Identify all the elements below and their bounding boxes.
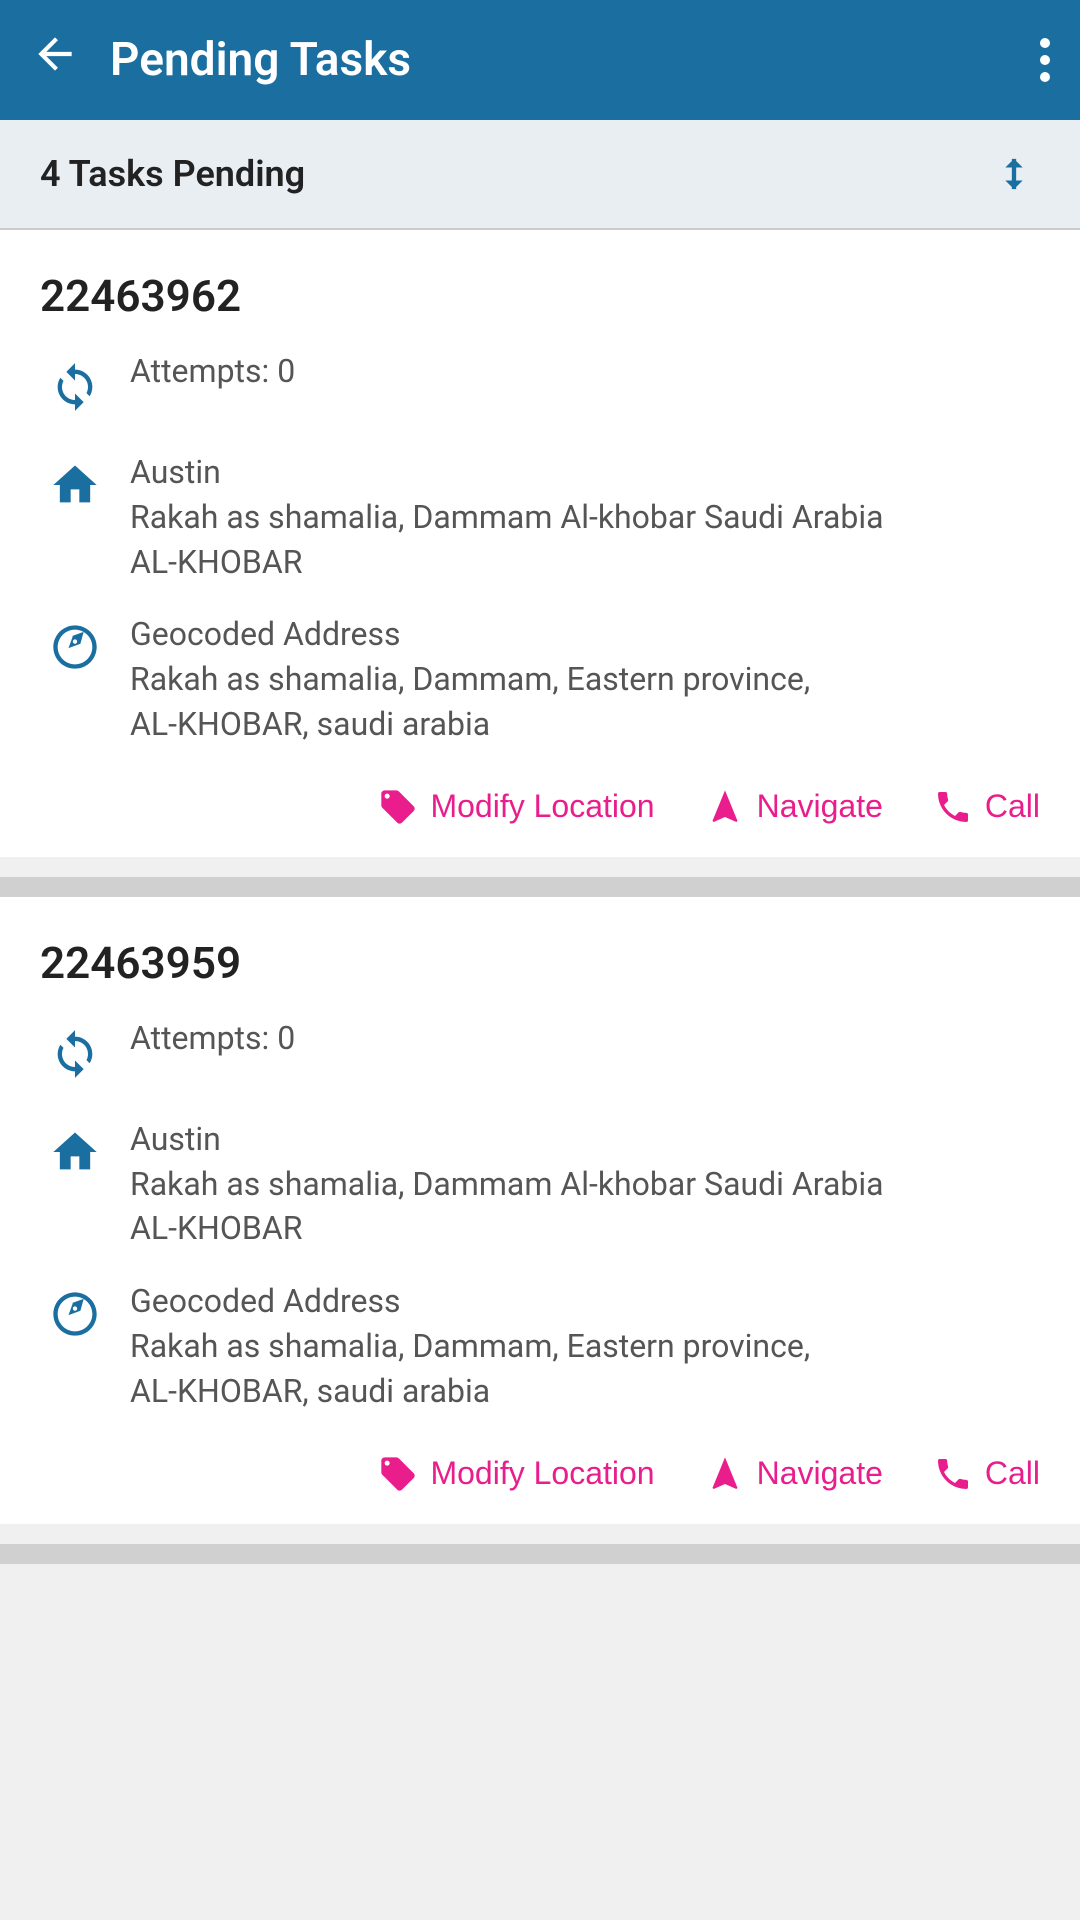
address-name: Austin	[130, 1117, 1040, 1162]
sort-button[interactable]	[988, 148, 1040, 200]
geocoded-line1: Rakah as shamalia, Dammam, Eastern provi…	[130, 1324, 1040, 1369]
task-actions: Modify Location Navigate Call	[40, 1444, 1040, 1494]
home-icon	[40, 450, 110, 520]
attempts-text: Attempts: 0	[130, 1019, 1040, 1061]
attempts-text: Attempts: 0	[130, 352, 1040, 394]
tasks-count-label: 4 Tasks Pending	[40, 153, 305, 195]
geocoded-text: Geocoded Address Rakah as shamalia, Damm…	[130, 1279, 1040, 1413]
call-label: Call	[985, 1455, 1040, 1492]
page-title: Pending Tasks	[110, 33, 1040, 87]
task-card: 22463959 Attempts: 0 Austin Rakah as sha…	[0, 897, 1080, 1524]
compass-icon	[40, 1279, 110, 1349]
overflow-menu-button[interactable]	[1040, 38, 1050, 82]
navigate-button[interactable]: Navigate	[705, 1454, 883, 1494]
geocoded-row: Geocoded Address Rakah as shamalia, Damm…	[40, 612, 1040, 746]
task-card: 22463962 Attempts: 0 Austin Rakah as sha…	[0, 230, 1080, 857]
address-row: Austin Rakah as shamalia, Dammam Al-khob…	[40, 450, 1040, 584]
modify-location-label: Modify Location	[430, 1455, 654, 1492]
geocoded-row: Geocoded Address Rakah as shamalia, Damm…	[40, 1279, 1040, 1413]
address-name: Austin	[130, 450, 1040, 495]
modify-location-button[interactable]: Modify Location	[378, 1454, 654, 1494]
task-id: 22463959	[40, 937, 1040, 989]
modify-location-label: Modify Location	[430, 788, 654, 825]
tasks-summary-bar: 4 Tasks Pending	[0, 120, 1080, 230]
geocoded-line2: AL-KHOBAR, saudi arabia	[130, 1369, 1040, 1414]
card-divider	[0, 1544, 1080, 1564]
address-text: Austin Rakah as shamalia, Dammam Al-khob…	[130, 450, 1040, 584]
geocoded-label: Geocoded Address	[130, 1279, 1040, 1324]
refresh-icon	[40, 352, 110, 422]
attempts-row: Attempts: 0	[40, 352, 1040, 422]
address-row: Austin Rakah as shamalia, Dammam Al-khob…	[40, 1117, 1040, 1251]
navigate-label: Navigate	[757, 788, 883, 825]
attempts-row: Attempts: 0	[40, 1019, 1040, 1089]
call-button[interactable]: Call	[933, 787, 1040, 827]
address-line1: Rakah as shamalia, Dammam Al-khobar Saud…	[130, 495, 1040, 540]
attempts-value: Attempts: 0	[130, 1019, 1040, 1057]
modify-location-button[interactable]: Modify Location	[378, 787, 654, 827]
address-line2: AL-KHOBAR	[130, 540, 1040, 585]
home-icon	[40, 1117, 110, 1187]
navigate-label: Navigate	[757, 1455, 883, 1492]
task-actions: Modify Location Navigate Call	[40, 777, 1040, 827]
navigate-button[interactable]: Navigate	[705, 787, 883, 827]
app-header: Pending Tasks	[0, 0, 1080, 120]
card-divider	[0, 877, 1080, 897]
back-button[interactable]	[30, 29, 80, 92]
compass-icon	[40, 612, 110, 682]
geocoded-text: Geocoded Address Rakah as shamalia, Damm…	[130, 612, 1040, 746]
address-text: Austin Rakah as shamalia, Dammam Al-khob…	[130, 1117, 1040, 1251]
geocoded-label: Geocoded Address	[130, 612, 1040, 657]
geocoded-line2: AL-KHOBAR, saudi arabia	[130, 702, 1040, 747]
call-button[interactable]: Call	[933, 1454, 1040, 1494]
attempts-value: Attempts: 0	[130, 352, 1040, 390]
address-line2: AL-KHOBAR	[130, 1206, 1040, 1251]
refresh-icon	[40, 1019, 110, 1089]
call-label: Call	[985, 788, 1040, 825]
address-line1: Rakah as shamalia, Dammam Al-khobar Saud…	[130, 1162, 1040, 1207]
task-id: 22463962	[40, 270, 1040, 322]
geocoded-line1: Rakah as shamalia, Dammam, Eastern provi…	[130, 657, 1040, 702]
